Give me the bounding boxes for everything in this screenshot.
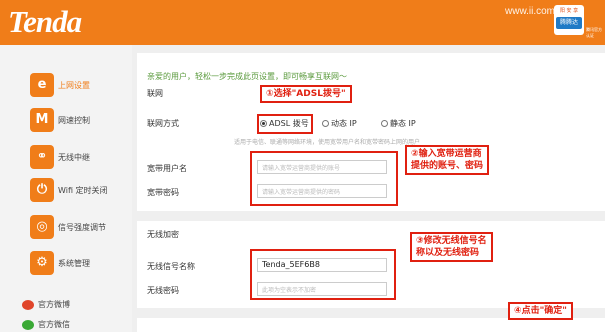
callout-step-3: ③修改无线信号名 称以及无线密码 xyxy=(410,232,493,262)
official-wechat-link[interactable]: 官方微信 xyxy=(22,319,70,330)
badge-main-text: 腾腾达 xyxy=(556,17,582,29)
broadband-password-label: 宽带密码 xyxy=(147,188,179,197)
connection-hint: 适用于电信、联通等网络环境，使用宽带用户名和宽带密码上网的用户 xyxy=(234,139,421,146)
radio-unchecked-icon xyxy=(381,120,388,127)
sidebar-item-signal-strength[interactable]: ◎ 信号强度调节 xyxy=(20,214,132,240)
callout-step-2-line-2: 提供的账号、密码 xyxy=(411,161,484,171)
highlight-wireless-fields xyxy=(250,249,396,300)
badge-top-text: 阳 安 享 xyxy=(559,8,579,14)
callout-step-3-line-2: 称以及无线密码 xyxy=(416,248,480,258)
radio-static-ip[interactable]: 静态 IP xyxy=(381,118,416,129)
highlight-adsl-option xyxy=(257,114,313,134)
callout-step-2: ②输入宽带运营商 提供的账号、密码 xyxy=(405,145,490,175)
ssid-label: 无线信号名称 xyxy=(147,262,195,271)
wireless-relay-icon: ⚭ xyxy=(30,145,54,169)
radio-unchecked-icon xyxy=(322,120,329,127)
callout-step-1: ①选择"ADSL拨号" xyxy=(260,85,352,103)
callout-step-4-text: ④点击"确定" xyxy=(514,306,567,316)
sidebar-item-speed-control[interactable]: M 网速控制 xyxy=(20,107,132,133)
sidebar-item-label: 网速控制 xyxy=(58,116,90,125)
sidebar-item-system-management[interactable]: ⚙ 系统管理 xyxy=(20,250,132,276)
sidebar-item-wifi-timer[interactable]: ⏻ Wifi 定时关闭 xyxy=(20,177,132,203)
sidebar-item-label: 无线中继 xyxy=(58,153,90,162)
sidebar-item-label: Wifi 定时关闭 xyxy=(58,186,108,195)
intro-text: 亲爱的用户，轻松一步完成此页设置，即可畅享互联网～ xyxy=(147,72,347,81)
official-weibo-label: 官方微博 xyxy=(38,300,70,309)
tenda-logo: Tenda xyxy=(8,4,82,39)
official-wechat-label: 官方微信 xyxy=(38,320,70,329)
watermark: www.ii.com xyxy=(505,6,556,17)
certification-badge: 阳 安 享 腾腾达 xyxy=(554,5,584,35)
callout-step-1-text: ①选择"ADSL拨号" xyxy=(266,89,346,99)
radio-dynamic-ip-label: 动态 IP xyxy=(331,119,357,128)
callout-step-2-line-1: ②输入宽带运营商 xyxy=(411,149,482,159)
sidebar-item-internet-settings[interactable]: e 上网设置 xyxy=(20,72,132,98)
sidebar: e 上网设置 M 网速控制 ⚭ 无线中继 ⏻ Wifi 定时关闭 ◎ 信号强度调… xyxy=(0,45,132,332)
radio-static-ip-label: 静态 IP xyxy=(390,119,416,128)
highlight-broadband-fields xyxy=(250,151,398,206)
speed-graph-icon: M xyxy=(30,108,54,132)
callout-step-3-line-1: ③修改无线信号名 xyxy=(416,236,487,246)
section-title-network: 联网 xyxy=(147,89,163,98)
wechat-icon xyxy=(22,319,34,330)
header-bar: Tenda www.ii.com 阳 安 享 腾腾达 腾讯官方认证 xyxy=(0,0,605,45)
sidebar-item-label: 信号强度调节 xyxy=(58,223,106,232)
section-divider xyxy=(137,211,605,221)
sidebar-item-label: 系统管理 xyxy=(58,259,90,268)
badge-side-text: 腾讯官方认证 xyxy=(586,27,602,38)
gear-icon: ⚙ xyxy=(30,251,54,275)
broadband-username-label: 宽带用户名 xyxy=(147,164,187,173)
signal-strength-icon: ◎ xyxy=(30,215,54,239)
internet-explorer-icon: e xyxy=(30,73,54,97)
callout-step-4: ④点击"确定" xyxy=(508,302,573,320)
sidebar-item-wireless-relay[interactable]: ⚭ 无线中继 xyxy=(20,144,132,170)
connection-type-label: 联网方式 xyxy=(147,119,179,128)
radio-dynamic-ip[interactable]: 动态 IP xyxy=(322,118,357,129)
sidebar-item-label: 上网设置 xyxy=(58,81,90,90)
power-icon: ⏻ xyxy=(30,178,54,202)
official-weibo-link[interactable]: 官方微博 xyxy=(22,299,70,310)
wireless-password-label: 无线密码 xyxy=(147,286,179,295)
weibo-icon xyxy=(22,299,34,310)
section-title-wireless: 无线加密 xyxy=(147,230,179,239)
